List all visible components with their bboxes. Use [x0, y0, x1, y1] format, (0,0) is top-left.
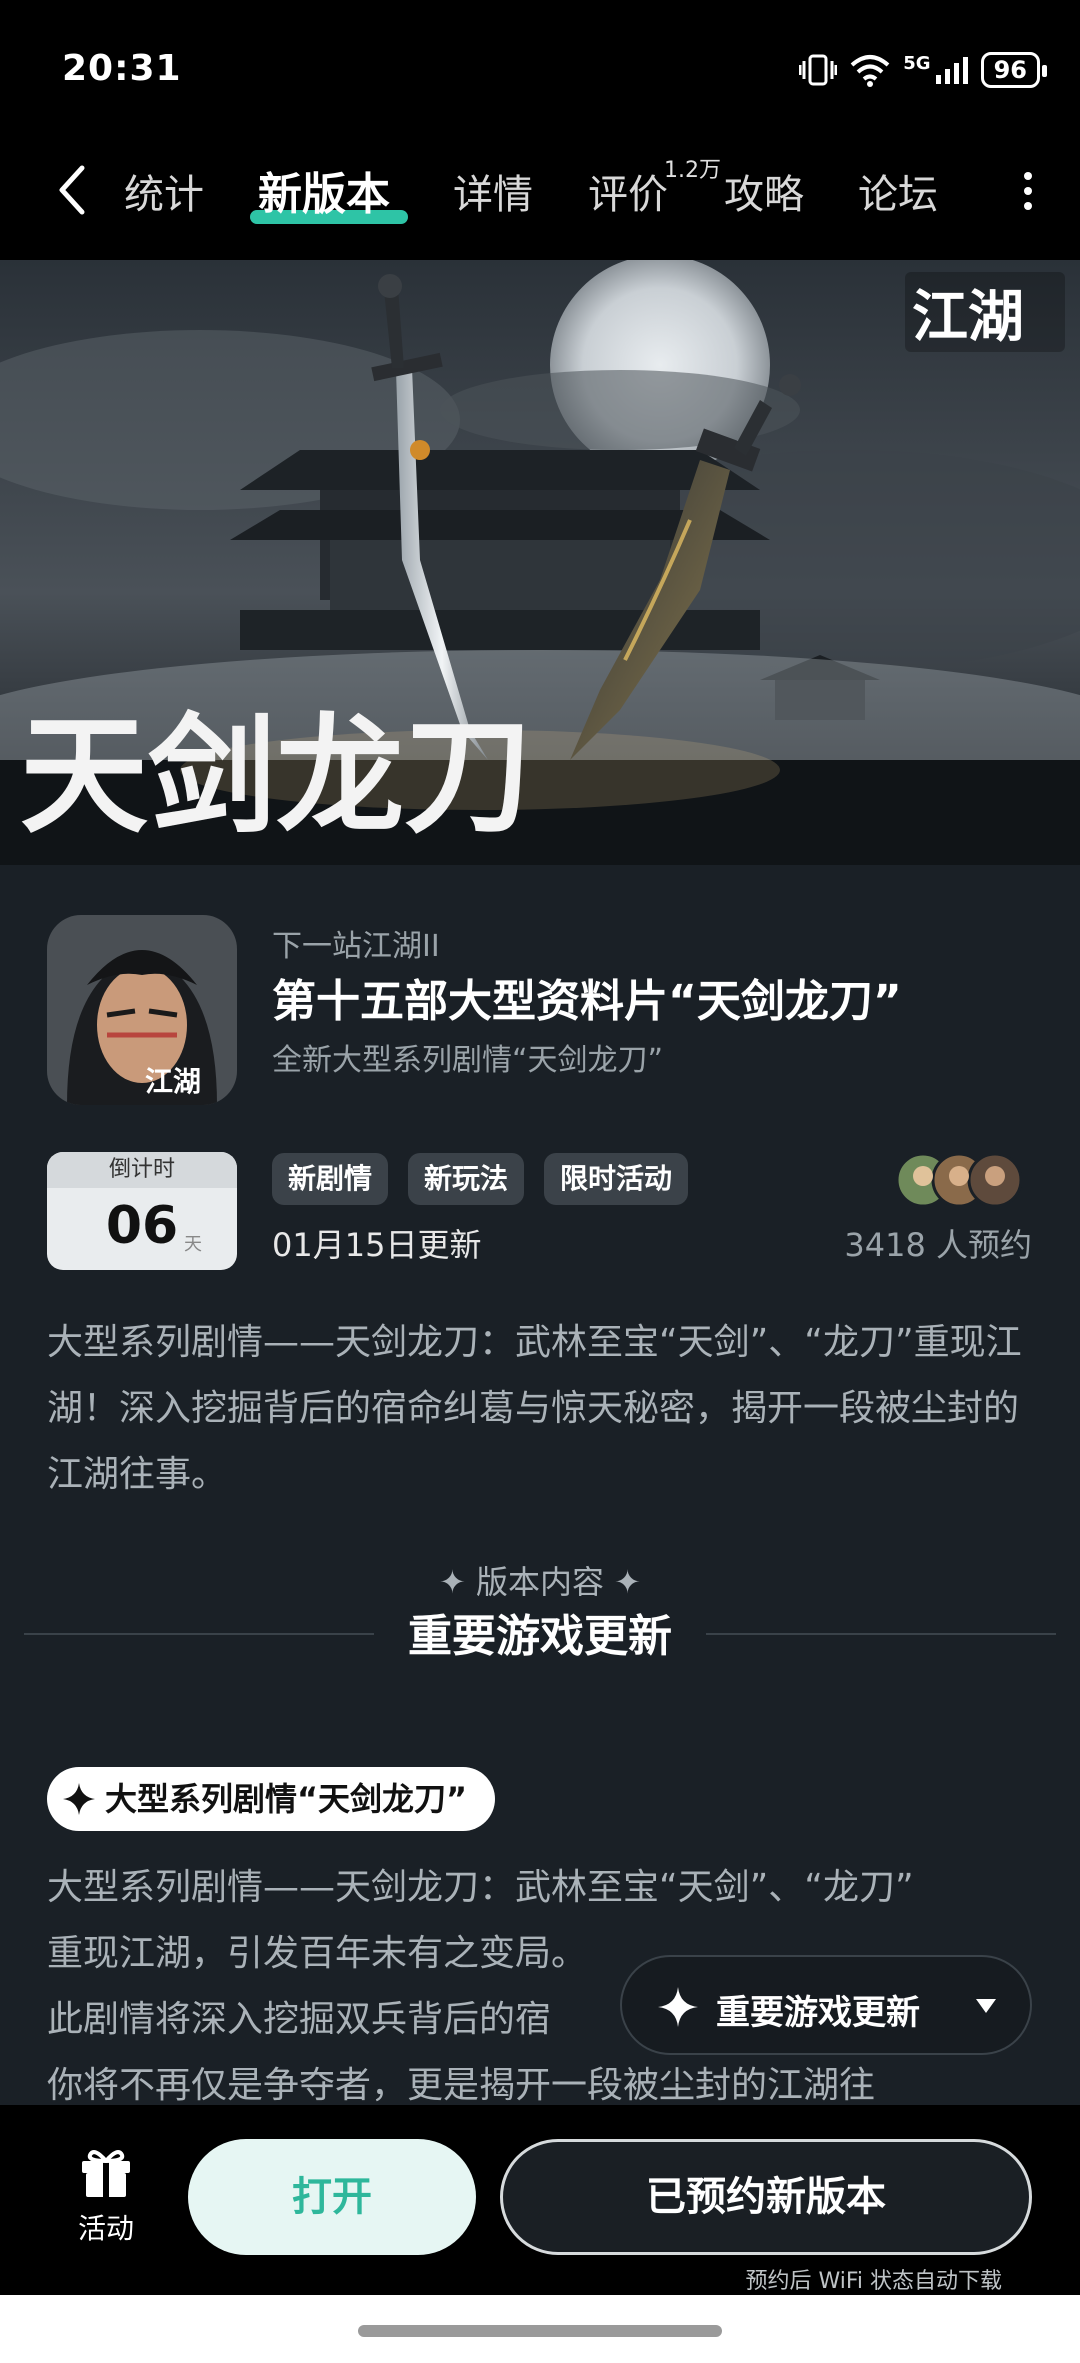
- tab-stats[interactable]: 统计: [124, 162, 204, 220]
- game-name[interactable]: 下一站江湖II: [272, 921, 440, 965]
- sparkle-icon: [658, 1987, 698, 2027]
- reserver-avatars: [895, 1152, 1023, 1208]
- hero-title-art: 天剑龙刀: [20, 701, 532, 851]
- review-count-badge: 1.2万: [664, 158, 721, 183]
- update-title: 第十五部大型资料片“天剑龙刀”: [272, 976, 902, 1027]
- update-subtitle: 全新大型系列剧情“天剑龙刀”: [272, 1043, 664, 1078]
- status-time: 20:31: [62, 48, 182, 89]
- more-options-icon[interactable]: [1018, 166, 1038, 216]
- tab-guides[interactable]: 攻略: [724, 162, 804, 220]
- countdown-label: 倒计时: [47, 1152, 237, 1188]
- feature-pill: 大型系列剧情“天剑龙刀”: [47, 1767, 496, 1831]
- hero-game-logo: 江湖: [912, 284, 1024, 350]
- countdown-value: 06: [105, 1196, 179, 1256]
- network-type: 5G: [903, 52, 931, 74]
- signal-icon: [935, 57, 968, 84]
- vibrate-icon: [799, 54, 838, 86]
- version-description: 大型系列剧情——天剑龙刀：武林至宝“天剑”、“龙刀”重现江湖！深入挖掘背后的宿命…: [47, 1322, 1022, 1495]
- gesture-bar-area: [0, 2295, 1080, 2363]
- section-jump-button[interactable]: 重要游戏更新: [620, 1955, 1032, 2055]
- update-date: 01月15日更新: [272, 1226, 482, 1264]
- status-icons: 5G 96: [799, 52, 1048, 88]
- game-app-icon[interactable]: 江湖: [47, 915, 237, 1105]
- hero-artwork: 天剑龙刀 江湖: [0, 260, 1080, 865]
- section-title: 重要游戏更新: [408, 1611, 672, 1662]
- back-arrow-icon[interactable]: [52, 160, 92, 220]
- tag-new-gameplay: 新玩法: [408, 1153, 525, 1205]
- bottom-action-bar: 活动 打开 已预约新版本 预约后 WiFi 状态自动下载: [0, 2105, 1080, 2295]
- tab-new-version[interactable]: 新版本: [258, 158, 390, 222]
- tag-limited-event: 限时活动: [544, 1153, 689, 1205]
- feature-line: 大型系列剧情——天剑龙刀：武林至宝“天剑”、“龙刀”: [47, 1867, 914, 1908]
- feature-pill-label: 大型系列剧情“天剑龙刀”: [105, 1780, 468, 1818]
- gift-icon[interactable]: [78, 2145, 134, 2199]
- tab-forum[interactable]: 论坛: [858, 162, 938, 220]
- tag-new-story: 新剧情: [272, 1153, 389, 1205]
- section-subtitle: ✦ 版本内容 ✦: [439, 1563, 641, 1601]
- reserved-new-version-button[interactable]: 已预约新版本: [500, 2139, 1032, 2255]
- activity-label[interactable]: 活动: [58, 2207, 154, 2247]
- open-button[interactable]: 打开: [188, 2139, 476, 2255]
- home-indicator[interactable]: [358, 2325, 722, 2337]
- tab-details[interactable]: 详情: [453, 162, 533, 220]
- wifi-download-note: 预约后 WiFi 状态自动下载: [745, 2269, 1002, 2294]
- countdown-card: 倒计时 06 天: [47, 1152, 237, 1270]
- status-bar: 20:31 5G 96: [0, 0, 1080, 130]
- sparkle-icon: [63, 1783, 95, 1815]
- wifi-icon: [850, 55, 890, 87]
- caret-down-icon: [976, 1999, 996, 2013]
- app-icon-logo: 江湖: [145, 1065, 201, 1098]
- battery-indicator: 96: [980, 52, 1048, 88]
- tab-reviews[interactable]: 评价: [588, 162, 668, 220]
- version-content: 江湖 下一站江湖II 第十五部大型资料片“天剑龙刀” 全新大型系列剧情“天剑龙刀…: [0, 865, 1080, 2105]
- feature-line: 你将不再仅是争夺者，更是揭开一段被尘封的江湖往: [47, 2065, 876, 2105]
- top-nav: 统计 新版本 详情 评价 1.2万 攻略 论坛: [0, 130, 1080, 260]
- section-jump-label: 重要游戏更新: [716, 1993, 920, 2033]
- section-divider-right: [706, 1633, 1056, 1635]
- reserve-count: 3418 人预约: [844, 1226, 1032, 1264]
- hero-banner[interactable]: 天剑龙刀 江湖: [0, 260, 1080, 865]
- countdown-unit: 天: [184, 1234, 202, 1255]
